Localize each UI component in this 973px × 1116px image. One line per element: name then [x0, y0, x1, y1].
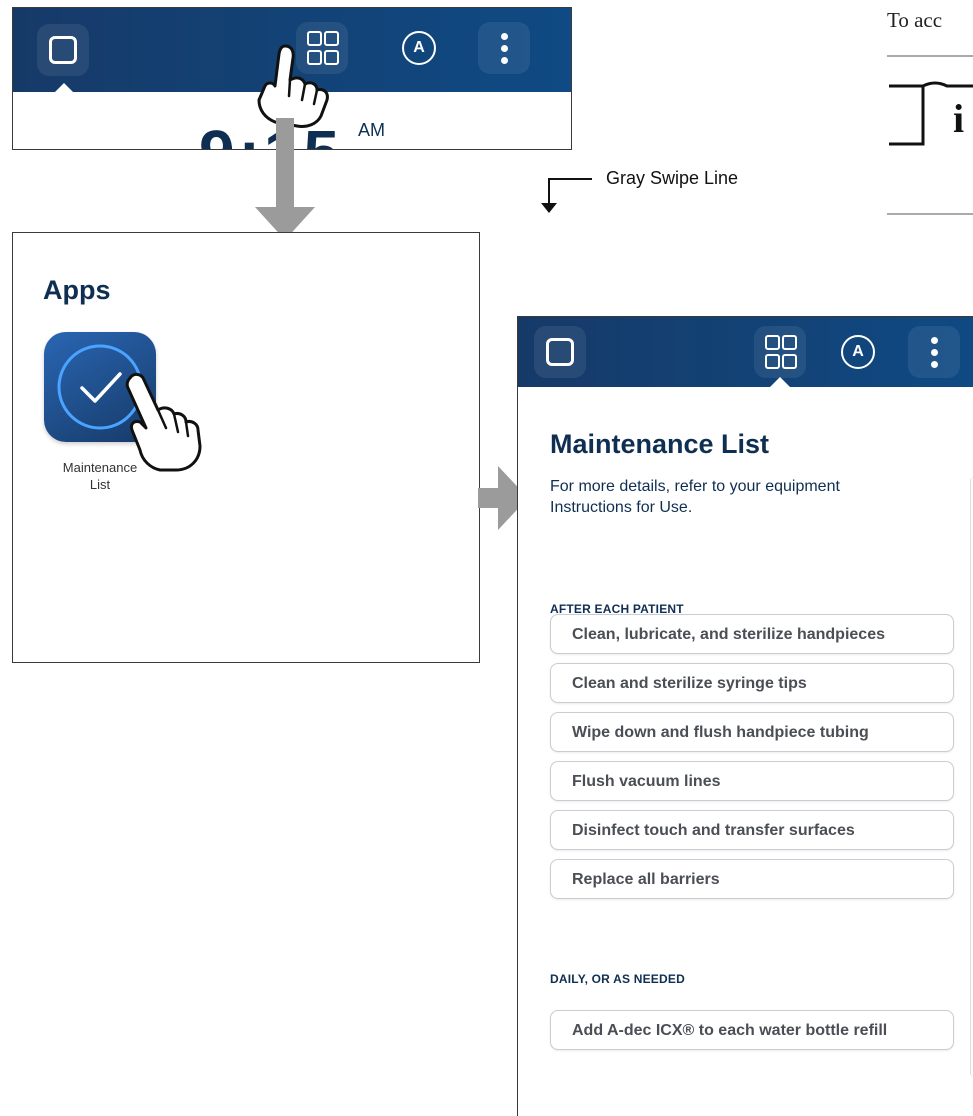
account-icon: A: [402, 31, 436, 65]
account-button[interactable]: A: [832, 326, 884, 378]
svg-text:i: i: [953, 96, 964, 141]
more-button[interactable]: [478, 22, 530, 74]
app-label-line2: List: [89, 477, 111, 492]
home-square-icon: [49, 36, 77, 64]
list-item[interactable]: Flush vacuum lines: [550, 761, 954, 801]
home-square-icon: [546, 338, 574, 366]
pointing-hand-icon: [257, 44, 329, 128]
page-title: Maintenance List: [550, 429, 770, 459]
active-indicator: [54, 83, 74, 93]
apps-title: Apps: [43, 275, 111, 305]
swipe-callout-arrowhead: [541, 203, 557, 213]
page-subtitle: For more details, refer to your equipmen…: [550, 476, 840, 518]
apps-grid-icon: [765, 335, 797, 369]
top-bar: A: [518, 317, 973, 387]
info-book-icon: i: [889, 81, 973, 146]
more-vertical-icon: [930, 336, 938, 368]
swipe-callout-label: Gray Swipe Line: [606, 168, 739, 188]
pointing-hand-icon: [125, 372, 202, 472]
more-vertical-icon: [500, 32, 508, 64]
flow-arrow-right: [478, 488, 500, 508]
swipe-callout-vertical: [548, 178, 550, 204]
apps-panel-frame: Apps Maintenance List: [12, 232, 480, 663]
more-button[interactable]: [908, 326, 960, 378]
home-button[interactable]: [37, 24, 89, 76]
apps-button[interactable]: [754, 326, 806, 378]
clock-ampm: AM: [358, 120, 385, 140]
section-daily: DAILY, OR AS NEEDED: [550, 972, 685, 986]
list-item[interactable]: Clean, lubricate, and sterilize handpiec…: [550, 614, 954, 654]
list-item[interactable]: Add A-dec ICX® to each water bottle refi…: [550, 1010, 954, 1050]
subtitle-line2: Instructions for Use.: [550, 499, 693, 516]
rule-top: [887, 55, 973, 57]
rule-bottom: [887, 213, 973, 215]
home-button[interactable]: [534, 326, 586, 378]
flow-arrow-down: [276, 118, 294, 210]
active-indicator: [770, 377, 790, 387]
swipe-callout-line: [548, 178, 592, 180]
list-item[interactable]: Wipe down and flush handpiece tubing: [550, 712, 954, 752]
list-item[interactable]: Clean and sterilize syringe tips: [550, 663, 954, 703]
instructions-text: To acc: [887, 8, 943, 32]
subtitle-line1: For more details, refer to your equipmen…: [550, 478, 840, 495]
list-item[interactable]: Disinfect touch and transfer surfaces: [550, 810, 954, 850]
list-item[interactable]: Replace all barriers: [550, 859, 954, 899]
maintenance-screen-frame: A Maintenance List For more details, ref…: [517, 316, 973, 1116]
account-icon: A: [841, 335, 875, 369]
account-button[interactable]: A: [393, 22, 445, 74]
